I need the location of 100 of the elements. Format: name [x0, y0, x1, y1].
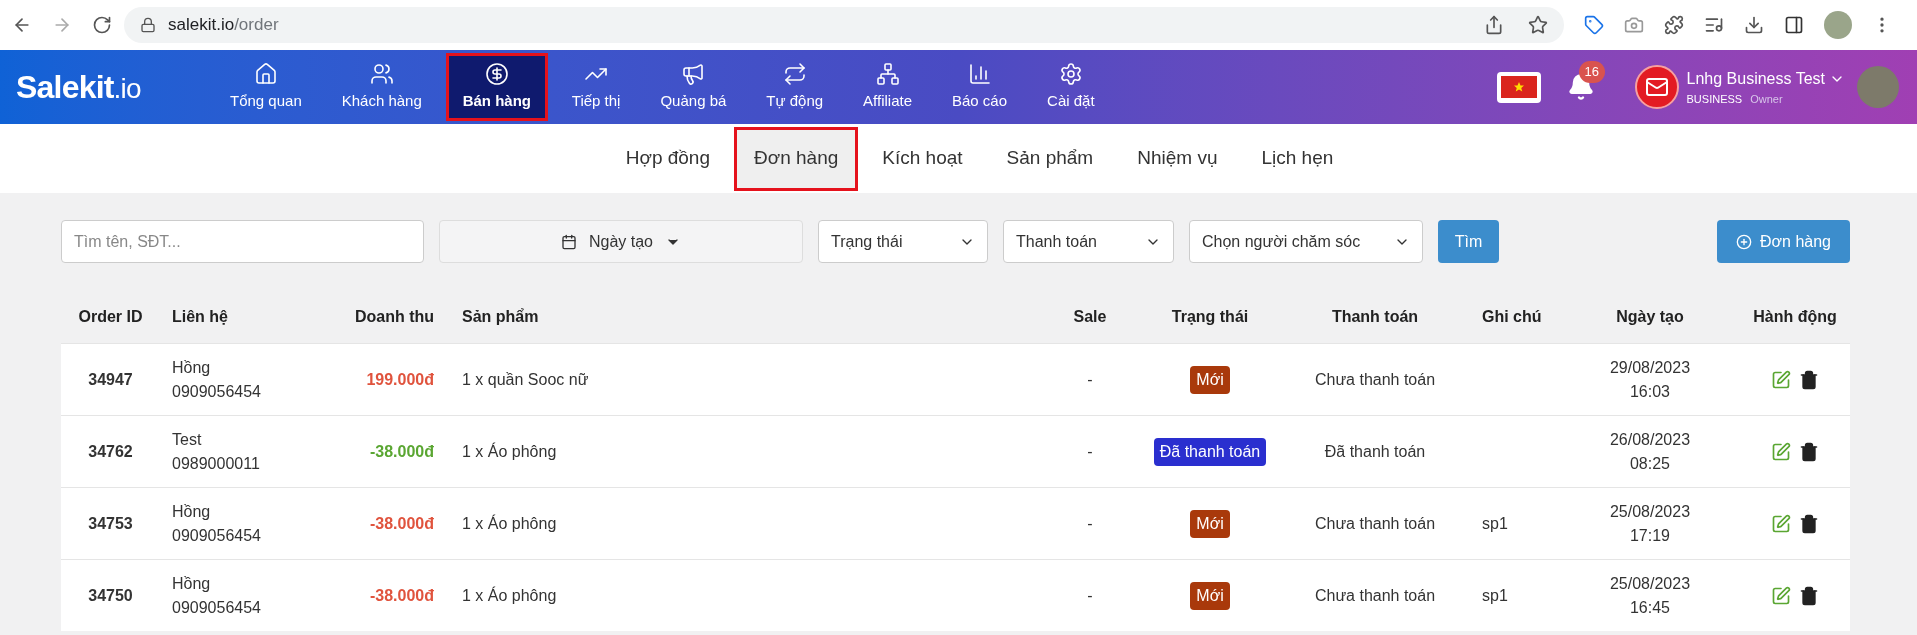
- edit-icon[interactable]: [1771, 585, 1791, 606]
- camera-icon[interactable]: [1624, 15, 1644, 35]
- search-field[interactable]: Tìm tên, SĐT...: [61, 220, 424, 263]
- note-cell: sp1: [1482, 586, 1508, 604]
- created-time: 17:19: [1628, 525, 1671, 546]
- order-id[interactable]: 34947: [61, 367, 160, 392]
- column-header: Order ID: [77, 307, 144, 327]
- product-cell-text: 1 x Áo phông: [461, 441, 558, 462]
- date-filter[interactable]: Ngày tạo: [439, 220, 803, 263]
- contact-name: Test: [172, 429, 203, 450]
- revenue-amount: -38.000đ: [368, 441, 435, 462]
- product-cell-text: 1 x Áo phông: [461, 585, 558, 606]
- column-header: Thanh toán: [1330, 307, 1420, 327]
- revenue-amount: 199.000đ: [365, 369, 435, 390]
- notification-count: 16: [1578, 61, 1605, 83]
- payment-cell-text: Chưa thanh toán: [1313, 585, 1437, 606]
- sub-tab[interactable]: Sản phẩm: [986, 126, 1114, 191]
- created-date: 29/08/2023: [1608, 357, 1692, 378]
- column-header: Sản phẩm: [461, 307, 540, 327]
- note-cell: sp1: [1482, 514, 1508, 532]
- created-time: 16:45: [1628, 597, 1671, 618]
- reload-icon[interactable]: [92, 15, 112, 35]
- url-text: salekit.io/order: [168, 14, 280, 37]
- column-header: Trạng thái: [1170, 307, 1250, 327]
- tag-icon[interactable]: [1584, 15, 1604, 35]
- address-bar[interactable]: salekit.io/order: [124, 7, 1564, 43]
- contact-phone: 0909056454: [172, 597, 262, 618]
- star-icon[interactable]: [1528, 15, 1548, 35]
- delete-icon[interactable]: [1799, 369, 1819, 390]
- dollar-icon: [484, 61, 509, 86]
- sale-cell-text: -: [1086, 369, 1094, 390]
- share-icon[interactable]: [1484, 15, 1504, 35]
- logo[interactable]: Salekit.io: [0, 63, 190, 111]
- settings-icon: [1058, 61, 1083, 86]
- order-id[interactable]: 34753: [61, 511, 160, 536]
- lock-icon: [140, 17, 156, 33]
- nav-tab[interactable]: Khách hàng: [321, 50, 442, 124]
- delete-icon[interactable]: [1799, 441, 1819, 462]
- bar-chart-icon: [967, 61, 992, 86]
- people-icon: [369, 61, 394, 86]
- mail-avatar[interactable]: [1634, 65, 1679, 109]
- created-date: 26/08/2023: [1608, 429, 1692, 450]
- order-id[interactable]: 34750: [61, 583, 160, 608]
- status-badge: Đã thanh toán: [1153, 437, 1267, 466]
- nav-tab[interactable]: Tổng quan: [210, 50, 322, 124]
- revenue-amount: -38.000đ: [368, 585, 435, 606]
- user-role: Owner: [1750, 91, 1783, 107]
- column-header: Ngày tạo: [1615, 307, 1685, 327]
- vietnam-flag-icon[interactable]: [1496, 71, 1541, 103]
- sub-tab[interactable]: Nhiệm vụ: [1117, 126, 1238, 191]
- nav-tab[interactable]: Tiếp thị: [551, 50, 641, 124]
- status-select[interactable]: Trạng thái: [818, 220, 988, 263]
- nav-tab[interactable]: Bán hàng: [445, 53, 548, 121]
- delete-icon[interactable]: [1799, 585, 1819, 606]
- contact-phone: 0909056454: [172, 381, 262, 402]
- nav-tab[interactable]: Affiliate: [843, 50, 932, 124]
- sale-cell-text: -: [1086, 513, 1094, 534]
- search-button[interactable]: Tìm: [1438, 220, 1499, 263]
- payment-select[interactable]: Thanh toán: [1003, 220, 1174, 263]
- delete-icon[interactable]: [1799, 513, 1819, 534]
- side-panel-icon[interactable]: [1784, 15, 1804, 35]
- nav-tab[interactable]: Báo cáo: [932, 50, 1028, 124]
- column-header: Ghi chú: [1481, 307, 1543, 327]
- created-time: 16:03: [1628, 381, 1671, 402]
- status-badge: Mới: [1190, 365, 1230, 394]
- product-cell-text: 1 x quần Sooc nữ: [461, 369, 590, 390]
- nav-tab[interactable]: Tự động: [746, 50, 844, 124]
- created-date: 25/08/2023: [1608, 573, 1692, 594]
- repeat-icon: [782, 61, 807, 86]
- extensions-icon[interactable]: [1664, 15, 1684, 35]
- edit-icon[interactable]: [1771, 513, 1791, 534]
- column-header: Liên hệ: [171, 307, 229, 327]
- revenue-amount: -38.000đ: [368, 513, 435, 534]
- payment-cell-text: Đã thanh toán: [1323, 441, 1427, 462]
- sub-tab[interactable]: Lịch hẹn: [1241, 126, 1354, 191]
- contact-name: Hồng: [172, 357, 212, 378]
- calendar-icon: [560, 233, 577, 250]
- column-header: Hành động: [1752, 307, 1838, 327]
- contact-name: Hồng: [172, 501, 212, 522]
- media-icon[interactable]: [1704, 15, 1724, 35]
- sub-tab[interactable]: Đơn hàng: [734, 126, 859, 191]
- edit-icon[interactable]: [1771, 369, 1791, 390]
- plus-circle-icon: [1736, 233, 1752, 250]
- sub-tab[interactable]: Hợp đồng: [605, 126, 730, 191]
- download-icon[interactable]: [1744, 15, 1764, 35]
- profile-avatar[interactable]: [1824, 11, 1852, 39]
- product-cell-text: 1 x Áo phông: [461, 513, 558, 534]
- nav-tab[interactable]: Cài đặt: [1027, 50, 1115, 124]
- caretaker-select[interactable]: Chọn người chăm sóc: [1189, 220, 1423, 263]
- contact-phone: 0989000011: [172, 453, 261, 474]
- payment-cell-text: Chưa thanh toán: [1313, 513, 1437, 534]
- add-order-button[interactable]: Đơn hàng: [1717, 220, 1850, 263]
- sale-cell-text: -: [1086, 585, 1094, 606]
- column-header: Sale: [1072, 307, 1108, 327]
- user-name[interactable]: Lnhg Business Test: [1686, 66, 1825, 91]
- sub-tab[interactable]: Kích hoạt: [862, 126, 983, 191]
- nav-tab[interactable]: Quảng bá: [640, 50, 747, 124]
- status-badge: Mới: [1190, 581, 1230, 610]
- order-id[interactable]: 34762: [61, 439, 160, 464]
- edit-icon[interactable]: [1771, 441, 1791, 462]
